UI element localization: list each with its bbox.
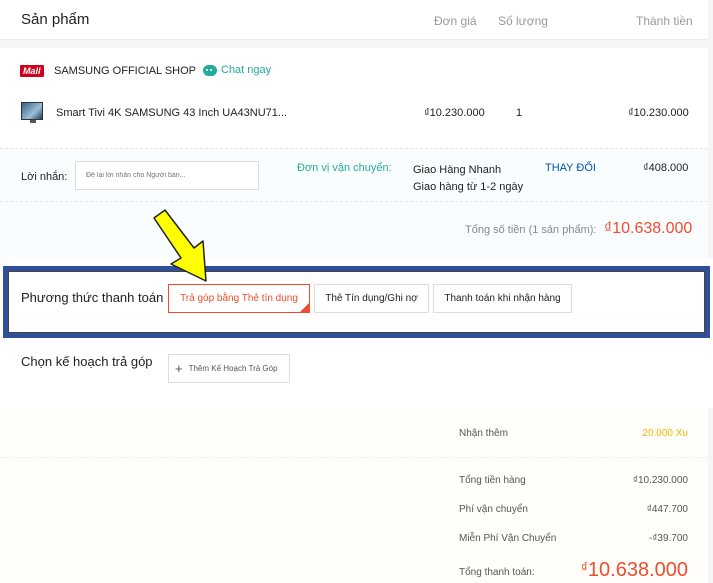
free-shipping-value: -₫39.700 (648, 533, 688, 544)
change-shipping-link[interactable]: THAY ĐỔI (545, 162, 596, 174)
product-total: ₫10.230.000 (628, 107, 689, 119)
product-name[interactable]: Smart Tivi 4K SAMSUNG 43 Inch UA43NU71..… (56, 107, 287, 119)
free-shipping-label: Miễn Phí Vận Chuyển (459, 533, 557, 544)
product-thumbnail[interactable] (21, 102, 43, 123)
add-installment-plan-button[interactable]: + Thêm Kế Hoạch Trả Góp (168, 354, 290, 383)
grand-total-currency: ₫ (580, 559, 588, 575)
add-plan-label: Thêm Kế Hoạch Trả Góp (188, 364, 278, 373)
col-quantity: Số lượng (498, 14, 548, 28)
subtotal-label: Tổng tiền hàng (459, 475, 526, 486)
mall-badge: Mall (20, 65, 44, 77)
payment-summary: Nhận thêm 20.000 Xu Tổng tiền hàng ₫10.2… (0, 408, 708, 583)
shop-block: Mall SAMSUNG OFFICIAL SHOP Chat ngay Sma… (0, 48, 708, 148)
bonus-value: 20.000 Xu (642, 428, 688, 439)
payment-option-cod[interactable]: Thanh toán khi nhận hàng (433, 284, 572, 313)
subtotal-value: ₫10.230.000 (632, 475, 688, 486)
message-input[interactable] (75, 161, 259, 190)
shipping-fee-label: Phí vận chuyển (459, 504, 528, 515)
bonus-label: Nhận thêm (459, 428, 508, 439)
shipping-fee-value: ₫447.700 (646, 504, 688, 515)
grand-total-amount: 10.638.000 (587, 559, 688, 581)
carrier-name: Giao Hàng Nhanh (413, 164, 502, 176)
order-total-value: ₫10.638.000 (604, 220, 693, 237)
payment-option-installment[interactable]: Trả góp bằng Thẻ tín dụng (168, 284, 310, 313)
payment-section: Phương thức thanh toán Trả góp bằng Thẻ … (0, 258, 713, 408)
plus-icon: + (175, 361, 183, 376)
chat-now-label: Chat ngay (221, 64, 272, 76)
products-header: Sản phẩm Đơn giá Số lượng Thành tiền (0, 0, 708, 40)
message-shipping-row: Lời nhắn: Đơn vị vận chuyển: Giao Hàng N… (0, 148, 708, 202)
payment-option-credit-debit[interactable]: Thẻ Tín dụng/Ghi nợ (314, 284, 429, 313)
grand-total-value: ₫10.638.000 (581, 559, 688, 582)
payment-method-label: Phương thức thanh toán (21, 290, 164, 305)
section-title: Sản phẩm (21, 11, 90, 28)
col-subtotal: Thành tiền (636, 14, 693, 28)
order-total-label: Tổng số tiền (1 sản phẩm): (465, 224, 597, 236)
delivery-eta: Giao hàng từ 1-2 ngày (413, 181, 524, 193)
shop-name[interactable]: SAMSUNG OFFICIAL SHOP (54, 65, 196, 77)
chat-icon (203, 64, 217, 76)
installment-plan-label: Chọn kế hoạch trả góp (21, 354, 153, 369)
product-qty: 1 (516, 107, 523, 119)
bonus-row: Nhận thêm 20.000 Xu (0, 408, 708, 458)
shipping-fee: ₫408.000 (643, 162, 689, 174)
shipping-label: Đơn vị vận chuyển: (297, 162, 392, 174)
product-price: ₫10.230.000 (424, 107, 485, 119)
col-unit-price: Đơn giá (434, 14, 477, 28)
shipping-carrier-info: Giao Hàng Nhanh Giao hàng từ 1-2 ngày (413, 162, 523, 196)
grand-total-label: Tổng thanh toán: (459, 567, 535, 578)
chat-now-button[interactable]: Chat ngay (203, 64, 271, 76)
order-summary: Tổng số tiền (1 sản phẩm): ₫10.638.000 (0, 202, 708, 258)
message-label: Lời nhắn: (21, 171, 68, 183)
